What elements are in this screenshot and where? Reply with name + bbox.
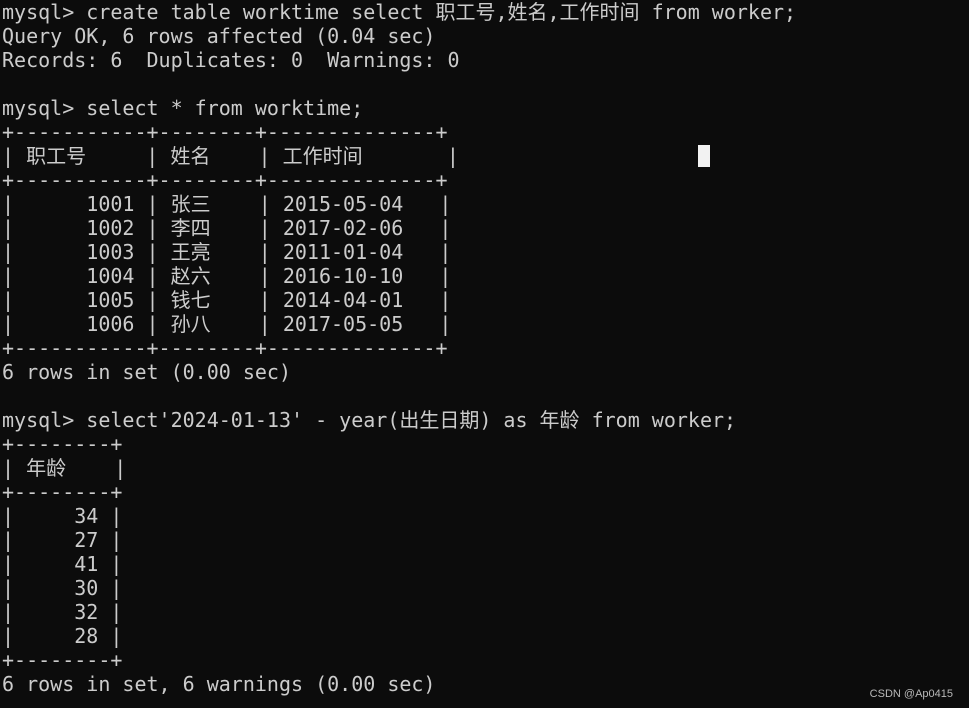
age-table-row: | 32 | [2,600,123,624]
age-table-row: | 27 | [2,528,123,552]
age-table-row: | 30 | [2,576,123,600]
age-table-row: | 41 | [2,552,123,576]
terminal-line-2: Query OK, 6 rows affected (0.04 sec) [2,24,436,48]
terminal-output[interactable]: mysql> create table worktime select 职工号,… [2,0,962,708]
table-border-mid: +-----------+--------+--------------+ [2,168,448,192]
table-header-row: | 职工号 | 姓名 | 工作时间 | [2,144,459,168]
terminal-line-18: mysql> select'2024-01-13' - year(出生日期) a… [2,408,737,432]
terminal-line-29: 6 rows in set, 6 warnings (0.00 sec) [2,672,436,696]
age-table-row: | 28 | [2,624,123,648]
table-row: | 1002 | 李四 | 2017-02-06 | [2,216,452,240]
terminal-line-5: mysql> select * from worktime; [2,96,364,120]
table-row: | 1005 | 钱七 | 2014-04-01 | [2,288,452,312]
table-row: | 1003 | 王亮 | 2011-01-04 | [2,240,452,264]
text-cursor [698,145,710,167]
age-table-border-bottom: +--------+ [2,648,123,672]
terminal-line-1: mysql> create table worktime select 职工号,… [2,0,797,24]
terminal-line-3: Records: 6 Duplicates: 0 Warnings: 0 [2,48,460,72]
table-border-top: +-----------+--------+--------------+ [2,120,448,144]
age-table-header-row: | 年龄 | [2,456,127,480]
watermark-text: CSDN @Ap0415 [869,688,953,700]
age-table-border-top: +--------+ [2,432,123,456]
table-row: | 1001 | 张三 | 2015-05-04 | [2,192,452,216]
table-row: | 1004 | 赵六 | 2016-10-10 | [2,264,452,288]
age-table-row: | 34 | [2,504,123,528]
table-border-bottom: +-----------+--------+--------------+ [2,336,448,360]
age-table-border-mid: +--------+ [2,480,123,504]
terminal-line-16: 6 rows in set (0.00 sec) [2,360,291,384]
table-row: | 1006 | 孙八 | 2017-05-05 | [2,312,452,336]
